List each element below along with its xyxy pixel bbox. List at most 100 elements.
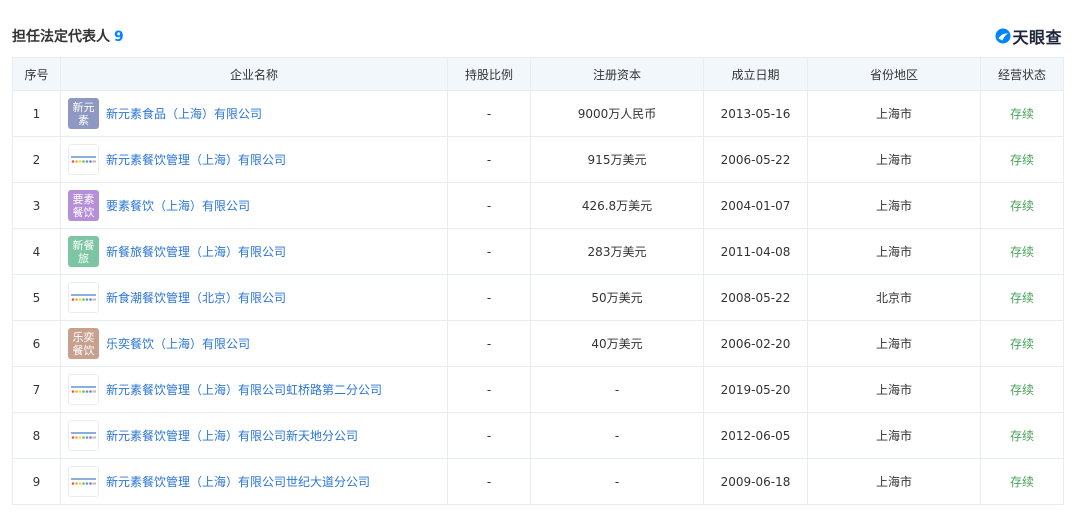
company-logo[interactable] [68,374,99,405]
operating-status: 存续 [980,228,1064,275]
company-logo[interactable] [68,282,99,313]
table-row: 7 新元素餐饮管理（上海）有限公司虹桥路第二分公司 - - 2019-05-20… [12,366,1064,413]
table-body: 1 新元素 新元素食品（上海）有限公司 - 9000万人民币 2013-05-1… [12,90,1064,505]
tianyancha-logo[interactable]: 天眼查 [995,24,1062,48]
company-name-cell: 乐奕餐饮 乐奕餐饮（上海）有限公司 [60,320,448,367]
companies-table: 序号 企业名称 持股比例 注册资本 成立日期 省份地区 经营状态 1 新元素 新… [12,57,1064,505]
company-name-link[interactable]: 新餐旅餐饮管理（上海）有限公司 [106,243,286,260]
row-number: 8 [12,412,61,459]
company-name-cell: 新元素 新元素食品（上海）有限公司 [60,90,448,137]
registered-capital: 915万美元 [530,136,704,183]
share-ratio: - [447,274,531,321]
company-name-link[interactable]: 新元素餐饮管理（上海）有限公司世纪大道分公司 [106,473,370,490]
section-title-text: 担任法定代表人 [12,29,110,45]
operating-status: 存续 [980,458,1064,505]
table-row: 5 新食潮餐饮管理（北京）有限公司 - 50万美元 2008-05-22 北京市… [12,274,1064,321]
region: 北京市 [807,274,981,321]
share-ratio: - [447,458,531,505]
share-ratio: - [447,320,531,367]
operating-status: 存续 [980,182,1064,229]
registered-capital: - [530,412,704,459]
registered-capital: 283万美元 [530,228,704,275]
column-header: 经营状态 [980,57,1064,91]
company-logo[interactable]: 新餐旅 [68,236,99,267]
table-row: 2 新元素餐饮管理（上海）有限公司 - 915万美元 2006-05-22 上海… [12,136,1064,183]
table-row: 9 新元素餐饮管理（上海）有限公司世纪大道分公司 - - 2009-06-18 … [12,458,1064,505]
operating-status: 存续 [980,320,1064,367]
region: 上海市 [807,182,981,229]
company-name-cell: 要素餐饮 要素餐饮（上海）有限公司 [60,182,448,229]
section-header: 担任法定代表人 9 天眼查 [12,22,1062,50]
company-name-link[interactable]: 新食潮餐饮管理（北京）有限公司 [106,289,286,306]
registered-capital: 40万美元 [530,320,704,367]
founding-date: 2009-06-18 [703,458,808,505]
operating-status: 存续 [980,274,1064,321]
tianyancha-eye-icon [995,28,1011,44]
company-name-link[interactable]: 新元素餐饮管理（上海）有限公司 [106,151,286,168]
share-ratio: - [447,136,531,183]
row-number: 6 [12,320,61,367]
brand-logo-image [71,155,96,163]
region: 上海市 [807,458,981,505]
operating-status: 存续 [980,90,1064,137]
company-name-link[interactable]: 乐奕餐饮（上海）有限公司 [106,335,250,352]
region: 上海市 [807,366,981,413]
region: 上海市 [807,320,981,367]
brand-logo-image [71,293,96,301]
company-name-cell: 新元素餐饮管理（上海）有限公司新天地分公司 [60,412,448,459]
share-ratio: - [447,228,531,275]
company-logo[interactable]: 乐奕餐饮 [68,328,99,359]
company-logo[interactable]: 新元素 [68,98,99,129]
brand-text: 天眼查 [1012,28,1062,47]
brand-logo-image [71,385,96,393]
company-name-link[interactable]: 新元素餐饮管理（上海）有限公司虹桥路第二分公司 [106,381,382,398]
table-row: 6 乐奕餐饮 乐奕餐饮（上海）有限公司 - 40万美元 2006-02-20 上… [12,320,1064,367]
section-count: 9 [114,29,124,45]
column-header: 企业名称 [60,57,448,91]
brand-logo-image [71,431,96,439]
table-row: 3 要素餐饮 要素餐饮（上海）有限公司 - 426.8万美元 2004-01-0… [12,182,1064,229]
founding-date: 2006-02-20 [703,320,808,367]
registered-capital: - [530,366,704,413]
region: 上海市 [807,90,981,137]
company-name-link[interactable]: 新元素食品（上海）有限公司 [106,105,262,122]
table-header-row: 序号 企业名称 持股比例 注册资本 成立日期 省份地区 经营状态 [12,57,1064,91]
row-number: 5 [12,274,61,321]
table-row: 8 新元素餐饮管理（上海）有限公司新天地分公司 - - 2012-06-05 上… [12,412,1064,459]
founding-date: 2013-05-16 [703,90,808,137]
table-row: 4 新餐旅 新餐旅餐饮管理（上海）有限公司 - 283万美元 2011-04-0… [12,228,1064,275]
founding-date: 2011-04-08 [703,228,808,275]
share-ratio: - [447,366,531,413]
company-name-cell: 新元素餐饮管理（上海）有限公司世纪大道分公司 [60,458,448,505]
row-number: 1 [12,90,61,137]
section-title: 担任法定代表人 9 [12,26,124,46]
company-logo[interactable] [68,466,99,497]
column-header: 持股比例 [447,57,531,91]
company-name-link[interactable]: 要素餐饮（上海）有限公司 [106,197,250,214]
brand-logo-image [71,477,96,485]
company-logo[interactable] [68,420,99,451]
company-name-link[interactable]: 新元素餐饮管理（上海）有限公司新天地分公司 [106,427,358,444]
table-row: 1 新元素 新元素食品（上海）有限公司 - 9000万人民币 2013-05-1… [12,90,1064,137]
column-header: 成立日期 [703,57,808,91]
row-number: 9 [12,458,61,505]
founding-date: 2008-05-22 [703,274,808,321]
operating-status: 存续 [980,366,1064,413]
row-number: 7 [12,366,61,413]
region: 上海市 [807,228,981,275]
row-number: 2 [12,136,61,183]
company-name-cell: 新元素餐饮管理（上海）有限公司 [60,136,448,183]
company-name-cell: 新餐旅 新餐旅餐饮管理（上海）有限公司 [60,228,448,275]
column-header: 序号 [12,57,61,91]
company-name-cell: 新元素餐饮管理（上海）有限公司虹桥路第二分公司 [60,366,448,413]
company-logo[interactable] [68,144,99,175]
founding-date: 2012-06-05 [703,412,808,459]
registered-capital: 9000万人民币 [530,90,704,137]
row-number: 3 [12,182,61,229]
share-ratio: - [447,412,531,459]
column-header: 注册资本 [530,57,704,91]
column-header: 省份地区 [807,57,981,91]
share-ratio: - [447,90,531,137]
company-name-cell: 新食潮餐饮管理（北京）有限公司 [60,274,448,321]
company-logo[interactable]: 要素餐饮 [68,190,99,221]
